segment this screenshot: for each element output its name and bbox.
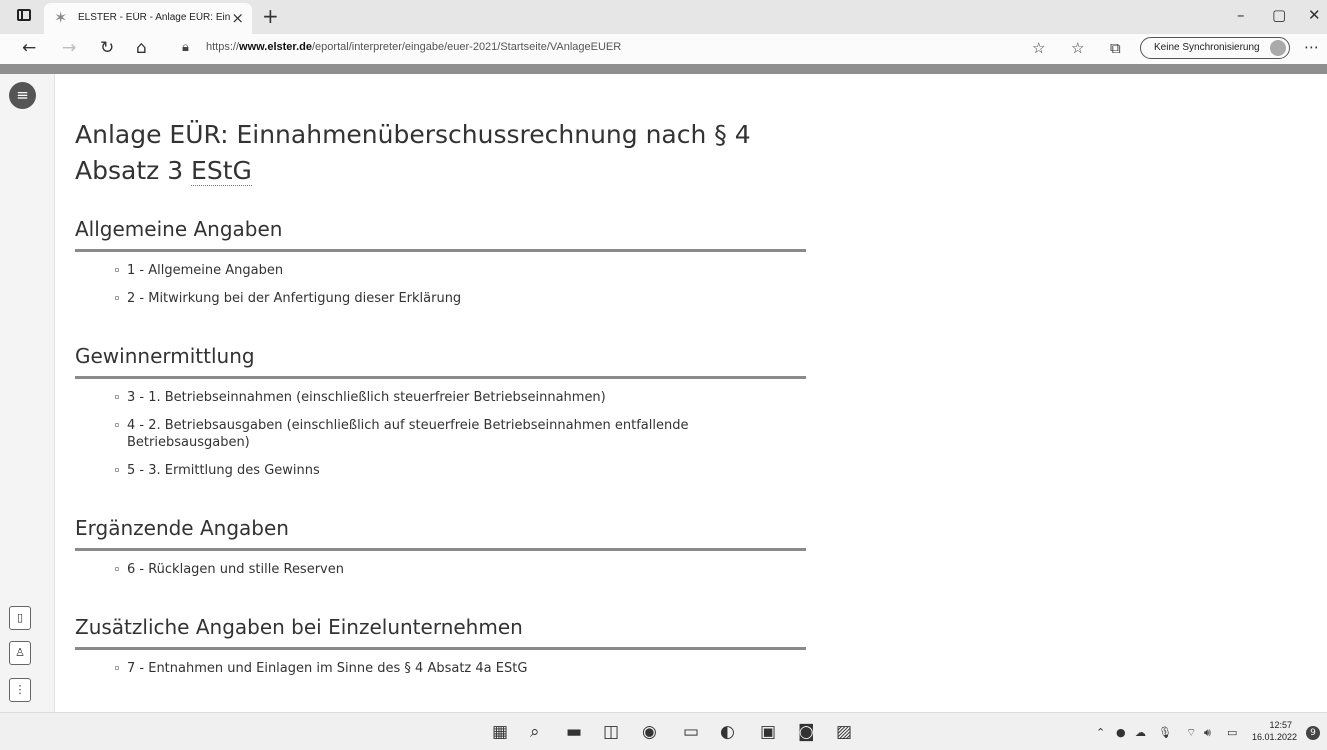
widgets-icon[interactable]: ◫ — [603, 722, 619, 742]
favicon-icon: ✶ — [54, 8, 68, 27]
clock[interactable]: 12:57 16.01.2022 — [1252, 719, 1297, 743]
search-icon[interactable]: ⌕ — [530, 722, 540, 742]
section-ergaenzende-angaben: Ergänzende Angaben 6 - Rücklagen und sti… — [75, 514, 806, 589]
forward-icon[interactable]: → — [62, 38, 76, 58]
refresh-icon[interactable]: ↻ — [100, 38, 114, 58]
back-icon[interactable]: ← — [22, 38, 36, 58]
section-einzelunternehmen: Zusätzliche Angaben bei Einzelunternehme… — [75, 613, 806, 688]
tray-app-icon[interactable]: ● — [1116, 726, 1126, 739]
app-icon[interactable]: ◙ — [798, 722, 815, 742]
browser-tab[interactable]: ✶ ELSTER - EÜR - Anlage EÜR: Einn × — [44, 3, 252, 34]
page-divider — [0, 64, 1327, 74]
microphone-icon[interactable]: 🎙︎ — [1158, 726, 1172, 739]
form-link-1[interactable]: 1 - Allgemeine Angaben — [115, 262, 717, 279]
left-sidebar: ≡ ▯ ♙ ⋮ — [0, 74, 55, 712]
form-link-4[interactable]: 4 - 2. Betriebsausgaben (einschließlich … — [115, 417, 717, 451]
maximize-button[interactable]: ▢ — [1272, 6, 1286, 24]
tab-close-icon[interactable]: × — [231, 9, 244, 27]
form-link-7[interactable]: 7 - Entnahmen und Einlagen im Sinne des … — [115, 660, 717, 677]
menu-icon[interactable]: ≡ — [9, 82, 36, 109]
start-icon[interactable]: ▦ — [492, 722, 508, 742]
photos-icon[interactable]: ▨ — [836, 722, 852, 742]
tab-actions-icon[interactable] — [17, 9, 31, 21]
more-vertical-icon[interactable]: ⋮ — [9, 678, 31, 702]
file-explorer-icon[interactable]: ▭ — [683, 722, 699, 742]
new-tab-button[interactable]: + — [262, 4, 279, 28]
lock-icon[interactable]: 🔒︎ — [182, 40, 189, 55]
home-icon[interactable]: ⌂ — [136, 38, 147, 58]
section-gewinnermittlung: Gewinnermittlung 3 - 1. Betriebseinnahme… — [75, 342, 806, 490]
favorites-icon[interactable]: ☆ — [1071, 39, 1084, 57]
person-icon[interactable]: ♙ — [9, 641, 31, 665]
section-heading: Allgemeine Angaben — [75, 215, 806, 252]
form-link-6[interactable]: 6 - Rücklagen und stille Reserven — [115, 561, 717, 578]
document-icon[interactable]: ▯ — [9, 606, 31, 630]
onedrive-icon[interactable]: ☁ — [1135, 726, 1146, 739]
section-heading: Zusätzliche Angaben bei Einzelunternehme… — [75, 613, 806, 650]
section-heading: Ergänzende Angaben — [75, 514, 806, 551]
form-link-5[interactable]: 5 - 3. Ermittlung des Gewinns — [115, 462, 717, 479]
address-toolbar: ← → ↻ ⌂ 🔒︎ https://www.elster.de/eportal… — [0, 34, 1327, 64]
section-allgemeine-angaben: Allgemeine Angaben 1 - Allgemeine Angabe… — [75, 215, 806, 318]
page-title: Anlage EÜR: Einnahmenüberschussrechnung … — [75, 120, 751, 186]
browser-tab-bar: ✶ ELSTER - EÜR - Anlage EÜR: Einn × + – … — [0, 0, 1327, 34]
battery-icon[interactable]: ▭ — [1227, 726, 1237, 739]
more-options-icon[interactable]: ⋯ — [1304, 38, 1319, 56]
wifi-icon[interactable]: ⌔ — [1186, 726, 1196, 740]
url-field[interactable]: https://www.elster.de/eportal/interprete… — [206, 41, 621, 53]
task-view-icon[interactable]: ▬ — [566, 722, 582, 742]
minimize-button[interactable]: – — [1237, 6, 1245, 24]
profile-avatar — [1270, 40, 1286, 56]
tab-title: ELSTER - EÜR - Anlage EÜR: Einn — [78, 12, 230, 23]
sync-button[interactable]: Keine Synchronisierung — [1140, 37, 1290, 59]
form-link-2[interactable]: 2 - Mitwirkung bei der Anfertigung diese… — [115, 290, 717, 307]
section-heading: Gewinnermittlung — [75, 342, 806, 379]
estg-abbreviation[interactable]: EStG — [191, 156, 252, 186]
form-link-3[interactable]: 3 - 1. Betriebseinnahmen (einschließlich… — [115, 389, 717, 406]
outlook-icon[interactable]: ▣ — [760, 722, 776, 742]
volume-icon[interactable]: 🔊︎ — [1204, 726, 1211, 740]
tray-overflow-icon[interactable]: ⌃ — [1096, 726, 1105, 739]
close-window-button[interactable]: ✕ — [1308, 6, 1321, 24]
notification-badge[interactable]: 9 — [1306, 726, 1320, 740]
windows-taskbar: ▦ ⌕ ▬ ◫ ◉ ▭ ◐ ▣ ◙ ▨ ⌃ ● ☁ 🎙︎ ⌔ 🔊︎ ▭ 12:5… — [0, 712, 1327, 750]
collections-icon[interactable]: ⧉ — [1110, 39, 1121, 57]
edge-icon[interactable]: ◐ — [720, 722, 735, 742]
add-favorite-icon[interactable]: ☆ — [1032, 39, 1045, 57]
chat-icon[interactable]: ◉ — [642, 722, 657, 742]
